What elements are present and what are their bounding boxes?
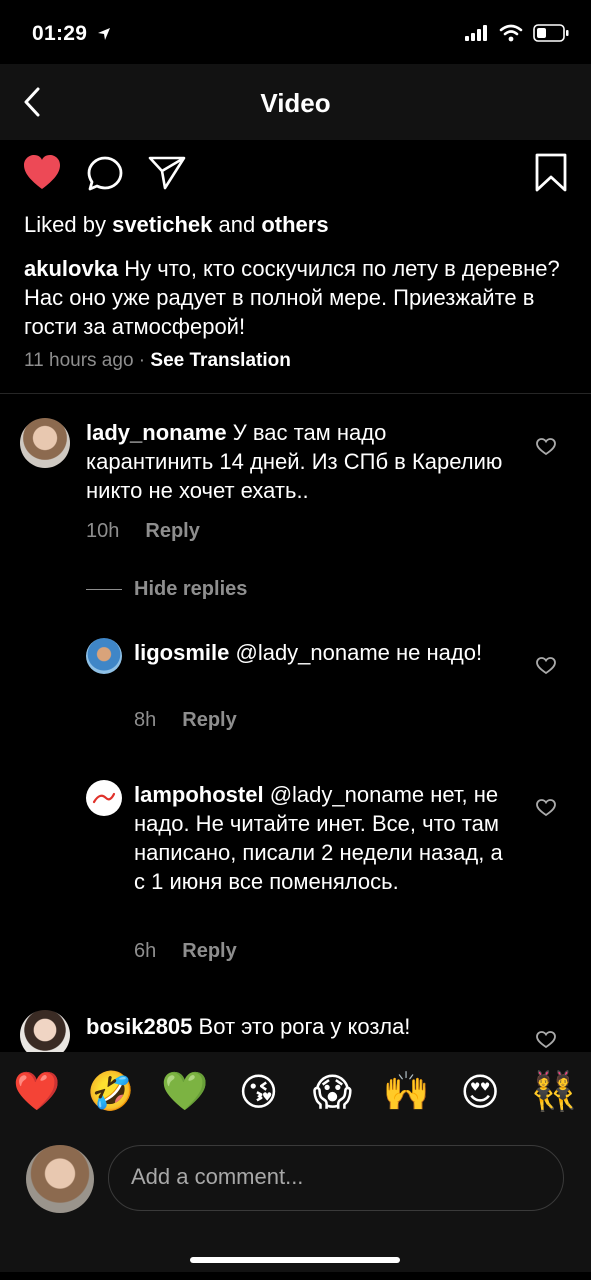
avatar[interactable]	[20, 418, 70, 468]
heart-filled-icon[interactable]	[22, 154, 62, 192]
hide-replies-button[interactable]: Hide replies	[86, 578, 247, 601]
comment-username[interactable]: bosik2805	[86, 1014, 192, 1039]
liked-others-link[interactable]: others	[261, 212, 328, 237]
emoji-red-heart[interactable]: ❤️	[7, 1070, 67, 1115]
status-icons	[465, 24, 569, 42]
see-translation-button[interactable]: See Translation	[150, 350, 290, 371]
divider	[0, 393, 591, 394]
quick-emoji-row: ❤️ 🤣 💚 😘 😱 🙌 😍 👯	[0, 1070, 591, 1115]
emoji-heart-eyes[interactable]: 😍	[450, 1070, 510, 1115]
location-arrow-icon	[98, 28, 111, 41]
liked-by-text: Liked by svetichek and others	[24, 212, 329, 237]
bookmark-icon[interactable]	[534, 153, 568, 193]
emoji-raised-hands[interactable]: 🙌	[376, 1070, 436, 1115]
comment-input-container[interactable]	[108, 1145, 564, 1211]
reply-button[interactable]: Reply	[182, 709, 236, 731]
emoji-scream[interactable]: 😱	[302, 1070, 362, 1115]
emoji-rofl[interactable]: 🤣	[81, 1070, 141, 1115]
heart-outline-icon[interactable]	[536, 657, 556, 675]
status-time: 01:29	[32, 22, 111, 46]
emoji-dancers[interactable]: 👯	[524, 1070, 584, 1115]
emoji-kiss[interactable]: 😘	[229, 1070, 289, 1115]
comment-text: Вот это рога у козла!	[198, 1014, 411, 1039]
lampohostel-logo-icon	[92, 792, 116, 804]
reply-username[interactable]: lampohostel	[134, 782, 264, 807]
paper-plane-icon[interactable]	[148, 155, 186, 191]
reply: ligosmile @lady_noname не надо!	[134, 638, 504, 667]
cellular-signal-icon	[465, 25, 487, 41]
comment: bosik2805 Вот это рога у козла!	[86, 1012, 506, 1041]
avatar[interactable]	[86, 780, 122, 816]
reply-text: @lady_noname не надо!	[235, 640, 483, 665]
post-caption: akulovka Ну что, кто соскучился по лету …	[24, 254, 569, 341]
heart-outline-icon[interactable]	[536, 438, 556, 456]
page-title: Video	[260, 88, 331, 118]
comment-time: 10h	[86, 520, 120, 542]
liked-user-link[interactable]: svetichek	[112, 212, 212, 237]
reply-meta: 6h Reply	[134, 940, 237, 963]
home-indicator[interactable]	[190, 1257, 400, 1263]
post-meta: 11 hours ago · See Translation	[24, 350, 291, 371]
comment-username[interactable]: lady_noname	[86, 420, 227, 445]
avatar[interactable]	[86, 638, 122, 674]
reply: lampohostel @lady_noname нет, не надо. Н…	[134, 780, 519, 896]
emoji-green-heart[interactable]: 💚	[155, 1070, 215, 1115]
reply-button[interactable]: Reply	[145, 520, 199, 542]
post-author[interactable]: akulovka	[24, 256, 118, 281]
comment-meta: 10h Reply	[86, 520, 200, 543]
comment: lady_noname У вас там надо карантинить 1…	[86, 418, 506, 505]
reply-time: 8h	[134, 709, 157, 731]
heart-outline-icon[interactable]	[536, 799, 556, 817]
comment-bubble-icon[interactable]	[86, 155, 124, 193]
post-time: 11 hours ago	[24, 350, 134, 371]
reply-username[interactable]: ligosmile	[134, 640, 229, 665]
reply-button[interactable]: Reply	[182, 940, 236, 962]
hide-replies-line	[86, 589, 122, 590]
battery-icon	[533, 24, 569, 42]
wifi-icon	[499, 24, 523, 42]
comment-input[interactable]	[129, 1163, 533, 1191]
reply-meta: 8h Reply	[134, 709, 237, 732]
reply-time: 6h	[134, 940, 157, 962]
heart-outline-icon[interactable]	[536, 1031, 556, 1049]
current-user-avatar	[26, 1145, 94, 1213]
